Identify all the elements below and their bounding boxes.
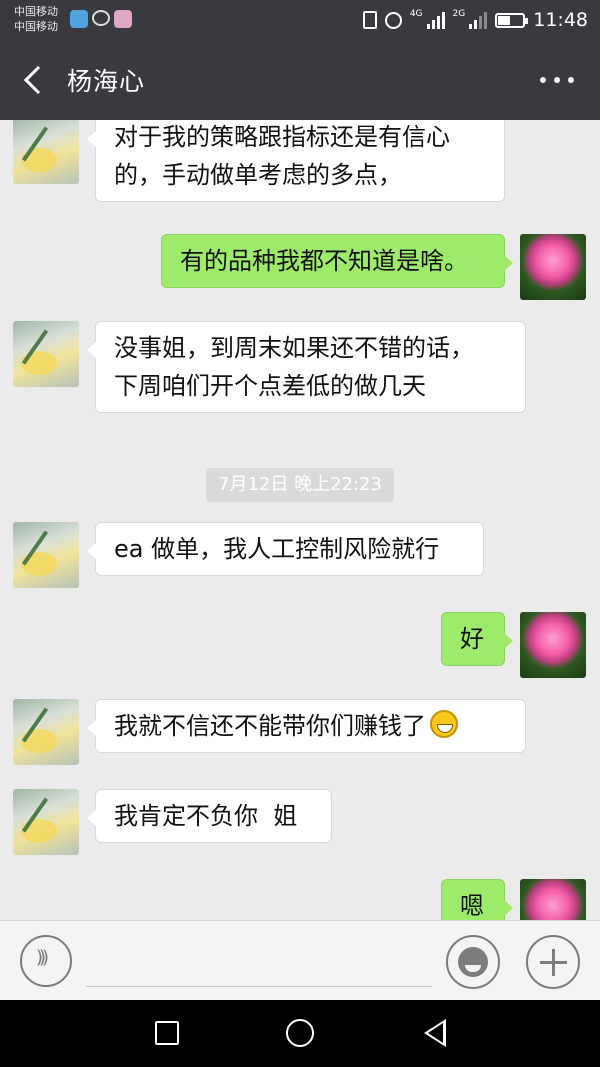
- message-line: 好: [460, 625, 484, 653]
- contact-name: 杨海心: [67, 67, 146, 96]
- alarm-icon: [384, 11, 402, 29]
- signal-icon-2: [469, 11, 488, 29]
- message-line: 我就不信还不能带你们赚钱了: [114, 712, 426, 740]
- message-sent[interactable]: 有的品种我都不知道是啥。: [161, 234, 513, 288]
- carrier-1: 中国移动: [14, 5, 58, 18]
- carrier-info: 中国移动 中国移动: [14, 4, 58, 34]
- status-bar: 中国移动 中国移动 4G 2G 11:48: [0, 0, 600, 40]
- voice-button[interactable]: [20, 935, 72, 987]
- my-avatar[interactable]: [520, 612, 586, 678]
- message-line: ea 做单，我人工控制风险就行: [114, 535, 440, 563]
- message-received[interactable]: ea 做单，我人工控制风险就行: [87, 522, 484, 576]
- home-button[interactable]: [286, 1019, 314, 1047]
- message-line: 我肯定不负你 姐: [114, 802, 298, 830]
- more-actions-button[interactable]: [526, 935, 580, 989]
- time-divider: 7月12日 晚上22:23: [206, 468, 394, 502]
- message-sent[interactable]: 嗯: [441, 879, 513, 920]
- message-line: 下周咱们开个点差低的做几天: [114, 372, 426, 400]
- network-type-1: 4G: [409, 9, 423, 19]
- carrier-2: 中国移动: [14, 20, 58, 33]
- message-received[interactable]: 我就不信还不能带你们赚钱了: [87, 699, 526, 753]
- back-button[interactable]: [18, 62, 54, 98]
- message-sent[interactable]: 好: [441, 612, 513, 666]
- input-bar: [0, 920, 600, 1000]
- qq-notification-icon: [70, 10, 88, 28]
- more-dots-icon: [540, 77, 546, 83]
- vibrate-icon: [362, 11, 377, 29]
- message-list[interactable]: 对于我的策略跟指标还是有信心 的，手动做单考虑的多点， 有的品种我都不知道是啥。…: [0, 120, 600, 920]
- gallery-notification-icon: [114, 10, 132, 28]
- status-time: 11:48: [533, 9, 588, 31]
- contact-avatar[interactable]: [13, 321, 79, 387]
- message-line: 有的品种我都不知道是啥。: [180, 247, 468, 275]
- message-line: 没事姐，到周末如果还不错的话，: [114, 334, 474, 362]
- my-avatar[interactable]: [520, 879, 586, 920]
- back-system-button[interactable]: [424, 1019, 446, 1047]
- grinning-emoji-icon: [430, 710, 458, 738]
- message-line: 的，手动做单考虑的多点，: [114, 161, 402, 189]
- message-input[interactable]: [86, 939, 432, 987]
- contact-avatar[interactable]: [13, 699, 79, 765]
- contact-avatar[interactable]: [13, 522, 79, 588]
- notification-icons: [70, 10, 132, 28]
- more-button[interactable]: [540, 72, 574, 88]
- signal-icon: [426, 11, 445, 29]
- my-avatar[interactable]: [520, 234, 586, 300]
- contact-avatar[interactable]: [13, 120, 79, 184]
- message-received[interactable]: 没事姐，到周末如果还不错的话， 下周咱们开个点差低的做几天: [87, 321, 526, 413]
- chat-header: 杨海心: [0, 40, 600, 120]
- contact-avatar[interactable]: [13, 789, 79, 855]
- recents-button[interactable]: [155, 1021, 179, 1045]
- emoji-button[interactable]: [446, 935, 500, 989]
- system-navigation-bar: [0, 1000, 600, 1067]
- network-type-2: 2G: [452, 9, 466, 19]
- wechat-notification-icon: [92, 10, 110, 26]
- message-received[interactable]: 对于我的策略跟指标还是有信心 的，手动做单考虑的多点，: [87, 120, 505, 202]
- battery-icon: [495, 12, 529, 28]
- status-icons: 4G 2G 11:48: [362, 9, 588, 31]
- message-line: 嗯: [460, 892, 484, 920]
- message-line: 对于我的策略跟指标还是有信心: [114, 123, 450, 151]
- message-received[interactable]: 我肯定不负你 姐: [87, 789, 332, 843]
